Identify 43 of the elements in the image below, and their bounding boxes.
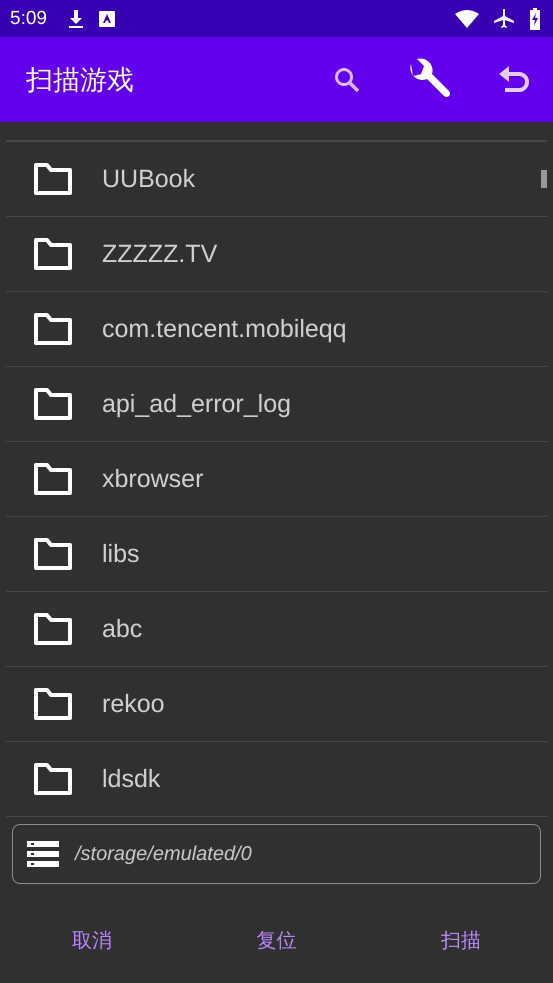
font-a-icon (98, 10, 115, 26)
folder-icon (32, 237, 74, 271)
wifi-icon (455, 10, 479, 28)
dialog-button[interactable]: 复位 (184, 914, 369, 966)
folder-icon (32, 462, 74, 496)
folder-item[interactable]: abc (6, 592, 547, 667)
folder-name: xbrowser (102, 464, 204, 494)
undo-icon[interactable] (497, 66, 531, 94)
folder-item[interactable]: rekoo (6, 667, 547, 742)
dialog-button[interactable]: 取消 (0, 914, 184, 966)
download-icon (66, 8, 85, 28)
battery-icon (529, 8, 541, 30)
folder-item[interactable]: api_ad_error_log (6, 367, 547, 442)
folder-name: ZZZZZ.TV (102, 240, 218, 268)
folder-item[interactable]: ZZZZZ.TV (6, 217, 547, 292)
folder-name: libs (102, 540, 140, 568)
folder-name: abc (102, 614, 142, 644)
folder-icon (32, 312, 74, 346)
folder-item[interactable]: xbrowser (6, 442, 547, 517)
folder-name: com.tencent.mobileqq (102, 314, 347, 344)
dialog-button[interactable]: 扫描 (368, 914, 553, 966)
folder-item[interactable]: UUBook (6, 142, 547, 217)
folder-name: rekoo (102, 690, 165, 718)
status-time: 5:09 (10, 8, 47, 30)
folder-item[interactable]: com.tencent.mobileqq (6, 292, 547, 367)
folder-icon (32, 687, 74, 721)
folder-icon (32, 762, 74, 796)
folder-item[interactable]: ldsdk (6, 742, 547, 817)
folder-item[interactable]: libs (6, 517, 547, 592)
folder-icon (32, 537, 74, 571)
scrollbar (541, 170, 547, 188)
folder-icon (32, 612, 74, 646)
app-title: 扫描游戏 (26, 64, 134, 98)
search-icon[interactable] (333, 66, 361, 94)
path-text: /storage/emulated/0 (75, 842, 252, 866)
airplane-icon (493, 8, 515, 30)
folder-icon (32, 162, 74, 196)
folder-icon (32, 387, 74, 421)
path-field[interactable]: /storage/emulated/0 (12, 824, 541, 884)
folder-name: api_ad_error_log (102, 390, 292, 418)
folder-name: ldsdk (102, 764, 160, 794)
storage-icon (27, 841, 59, 867)
folder-name: UUBook (102, 164, 196, 194)
